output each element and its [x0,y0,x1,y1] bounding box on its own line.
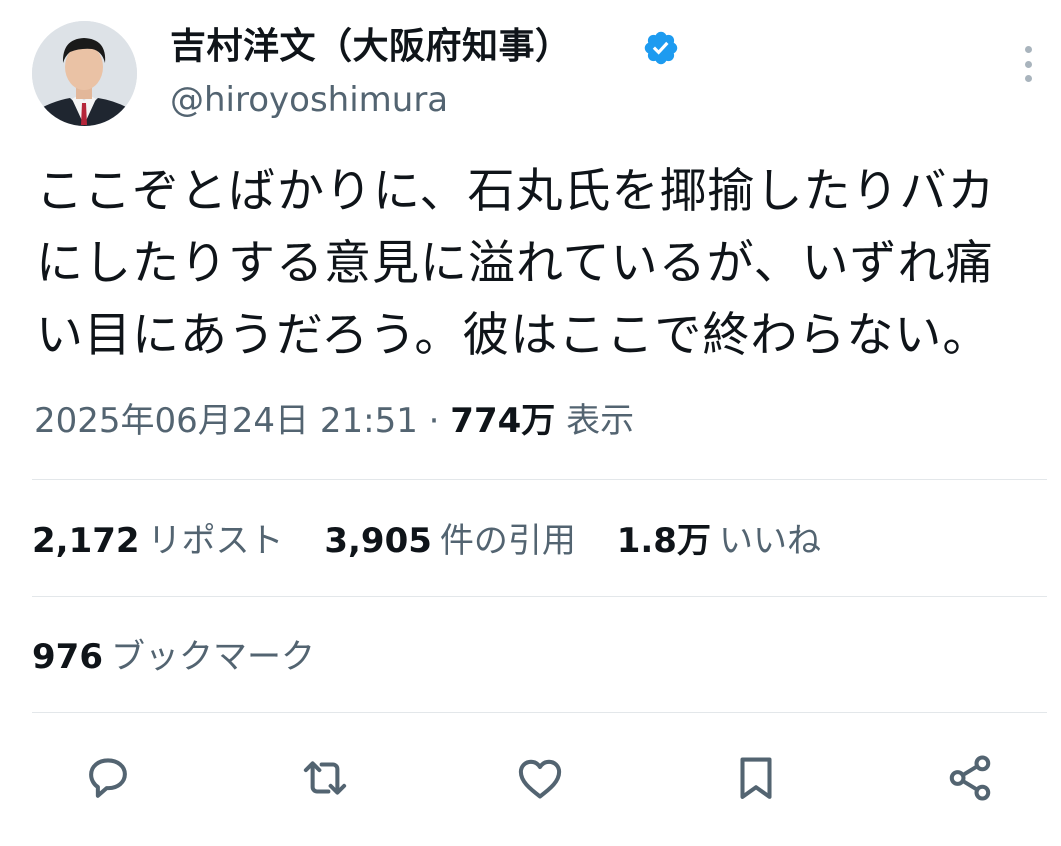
tweet-meta: 2025年06月24日 21:51 · 774万 表示 [34,397,634,445]
like-button[interactable] [512,750,568,806]
divider [32,479,1047,480]
repost-button[interactable] [297,750,353,806]
bookmarks-stat[interactable]: 976 ブックマーク [32,633,315,681]
share-button[interactable] [942,750,998,806]
reposts-count: 2,172 [32,521,140,561]
verified-badge-icon [644,31,678,65]
bookmark-icon [740,757,772,799]
reposts-stat[interactable]: 2,172 リポスト [32,517,284,565]
tweet-text-line: い目にあうだろう。彼はここで終わらない。 [36,308,991,363]
display-name[interactable]: 吉村洋文（大阪府知事） [170,24,572,70]
more-dot [1024,60,1032,68]
repost-icon [303,761,347,795]
more-dot [1024,75,1032,82]
timestamp[interactable]: 2025年06月24日 21:51 [34,401,418,441]
engagement-stats: 2,172 リポスト 3,905 件の引用 1.8万 いいね [32,517,851,565]
tweet-text-line: ここぞとばかりに、石丸氏を揶揄したりバカ [36,164,996,219]
share-icon [949,755,991,801]
tweet-text: ここぞとばかりに、石丸氏を揶揄したりバカ にしたりする意見に溢れているが、いずれ… [36,156,1046,372]
bookmark-button[interactable] [728,750,784,806]
views-label: 表示 [566,401,635,441]
reposts-label: リポスト [147,521,284,561]
views-count: 774万 [450,401,556,441]
likes-count: 1.8万 [616,521,711,561]
divider [32,596,1047,597]
quotes-stat[interactable]: 3,905 件の引用 [324,517,576,565]
quotes-count: 3,905 [324,521,432,561]
bookmarks-count: 976 [32,637,103,677]
more-dot [1024,46,1032,53]
divider [32,712,1047,713]
reply-icon [89,758,127,798]
likes-stat[interactable]: 1.8万 いいね [617,517,821,565]
user-handle[interactable]: @hiroyoshimura [170,78,448,122]
meta-separator: · [428,401,440,441]
heart-icon [518,759,562,799]
quotes-label: 件の引用 [439,521,576,561]
tweet-text-line: にしたりする意見に溢れているが、いずれ痛 [36,236,994,291]
reply-button[interactable] [80,750,136,806]
more-options-button[interactable] [1014,44,1042,84]
bookmarks-label: ブックマーク [110,637,315,677]
avatar[interactable] [32,21,137,126]
likes-label: いいね [718,521,821,561]
